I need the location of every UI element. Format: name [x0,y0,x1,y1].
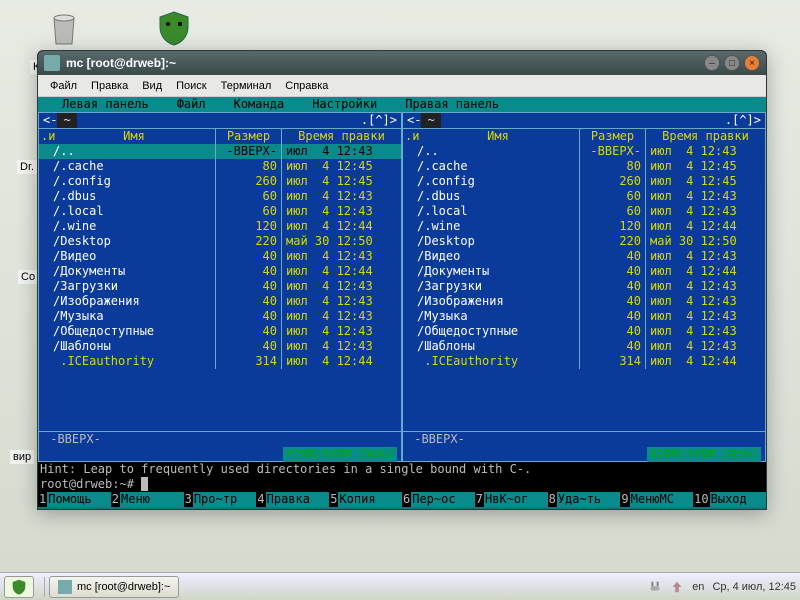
fkey-10[interactable]: 10Выход [693,492,766,507]
desktop-label: вир [10,450,34,464]
mc-menu-item[interactable]: Настройки [298,97,391,112]
window-title: mc [root@drweb]:~ [66,56,704,70]
menu-Справка[interactable]: Справка [279,78,334,94]
file-row[interactable]: /Видео40июл 4 12:43 [403,249,765,264]
file-row[interactable]: /.local60июл 4 12:43 [39,204,401,219]
file-row[interactable]: /Документы40июл 4 12:44 [39,264,401,279]
terminal-window: mc [root@drweb]:~ – □ × ФайлПравкаВидПои… [37,50,767,510]
mc-menubar[interactable]: Левая панельФайлКомандаНастройкиПравая п… [38,97,766,112]
file-row[interactable]: /Изображения40июл 4 12:43 [39,294,401,309]
file-row[interactable]: /Загрузки40июл 4 12:43 [403,279,765,294]
start-button[interactable] [4,576,34,598]
desktop-label: Dr. [17,160,37,174]
file-row[interactable]: /..-ВВЕРХ-июл 4 12:43 [39,144,401,159]
gtk-menubar: ФайлПравкаВидПоискТерминалСправка [38,75,766,97]
file-row[interactable]: /.dbus60июл 4 12:43 [39,189,401,204]
minimize-button[interactable]: – [704,55,720,71]
menu-Файл[interactable]: Файл [44,78,83,94]
task-label: mc [root@drweb]:~ [77,581,170,593]
file-row[interactable]: /Общедоступные40июл 4 12:43 [39,324,401,339]
file-row[interactable]: /Видео40июл 4 12:43 [39,249,401,264]
trash-icon[interactable] [40,8,88,56]
file-row[interactable]: .ICEauthority314июл 4 12:44 [39,354,401,369]
system-tray[interactable]: en Ср, 4 июл, 12:45 [648,580,796,594]
menu-Правка[interactable]: Правка [85,78,134,94]
fkey-8[interactable]: 8Уда~ть [548,492,621,507]
hint-line: Hint: Leap to frequently used directorie… [38,462,766,477]
terminal-body[interactable]: Левая панельФайлКомандаНастройкиПравая п… [38,97,766,509]
titlebar[interactable]: mc [root@drweb]:~ – □ × [38,51,766,75]
file-row[interactable]: /.cache80июл 4 12:45 [403,159,765,174]
menu-Поиск[interactable]: Поиск [170,78,212,94]
file-row[interactable]: /Музыка40июл 4 12:43 [39,309,401,324]
file-row[interactable]: /.wine120июл 4 12:44 [39,219,401,234]
file-row[interactable]: /.config260июл 4 12:45 [39,174,401,189]
file-row[interactable]: /..-ВВЕРХ-июл 4 12:43 [403,144,765,159]
arrow-up-icon[interactable] [670,580,684,594]
left-panel[interactable]: <- ~.[^]>.иИмяРазмерВремя правки/..-ВВЕР… [38,112,402,462]
fkey-4[interactable]: 4Правка [256,492,329,507]
clock[interactable]: Ср, 4 июл, 12:45 [712,581,796,593]
file-row[interactable]: /Музыка40июл 4 12:43 [403,309,765,324]
mc-menu-item[interactable]: Команда [220,97,299,112]
file-row[interactable]: /Шаблоны40июл 4 12:43 [39,339,401,354]
plug-icon [648,580,662,594]
file-row[interactable]: /Документы40июл 4 12:44 [403,264,765,279]
fkey-2[interactable]: 2Меню [111,492,184,507]
task-icon [58,580,72,594]
shell-prompt[interactable]: root@drweb:~# [38,477,766,492]
fkey-9[interactable]: 9МенюMC [620,492,693,507]
file-row[interactable]: /Desktop220май 30 12:50 [403,234,765,249]
drweb-shield-icon[interactable] [150,8,198,56]
file-row[interactable]: /Шаблоны40июл 4 12:43 [403,339,765,354]
fkey-1[interactable]: 1Помощь [38,492,111,507]
file-row[interactable]: /Desktop220май 30 12:50 [39,234,401,249]
file-row[interactable]: /.wine120июл 4 12:44 [403,219,765,234]
right-panel[interactable]: <- ~.[^]>.иИмяРазмерВремя правки/..-ВВЕР… [402,112,766,462]
menu-Терминал[interactable]: Терминал [215,78,278,94]
lang-indicator[interactable]: en [692,581,704,593]
mc-menu-item[interactable]: Левая панель [48,97,163,112]
mc-menu-item[interactable]: Правая панель [391,97,513,112]
file-row[interactable]: /.local60июл 4 12:43 [403,204,765,219]
file-row[interactable]: /Общедоступные40июл 4 12:43 [403,324,765,339]
close-button[interactable]: × [744,55,760,71]
fkey-7[interactable]: 7НвК~ог [475,492,548,507]
maximize-button[interactable]: □ [724,55,740,71]
app-icon [44,55,60,71]
fkey-6[interactable]: 6Пер~ос [402,492,475,507]
fkey-3[interactable]: 3Про~тр [184,492,257,507]
fkey-bar[interactable]: 1Помощь2Меню3Про~тр4Правка5Копия6Пер~ос7… [38,492,766,507]
desktop-label: Со [18,270,38,284]
file-row[interactable]: /Изображения40июл 4 12:43 [403,294,765,309]
file-row[interactable]: /.dbus60июл 4 12:43 [403,189,765,204]
taskbar-task[interactable]: mc [root@drweb]:~ [49,576,179,598]
taskbar[interactable]: mc [root@drweb]:~ en Ср, 4 июл, 12:45 [0,572,800,600]
file-row[interactable]: .ICEauthority314июл 4 12:44 [403,354,765,369]
file-row[interactable]: /.config260июл 4 12:45 [403,174,765,189]
file-row[interactable]: /.cache80июл 4 12:45 [39,159,401,174]
mc-menu-item[interactable]: Файл [163,97,220,112]
fkey-5[interactable]: 5Копия [329,492,402,507]
menu-Вид[interactable]: Вид [136,78,168,94]
file-row[interactable]: /Загрузки40июл 4 12:43 [39,279,401,294]
